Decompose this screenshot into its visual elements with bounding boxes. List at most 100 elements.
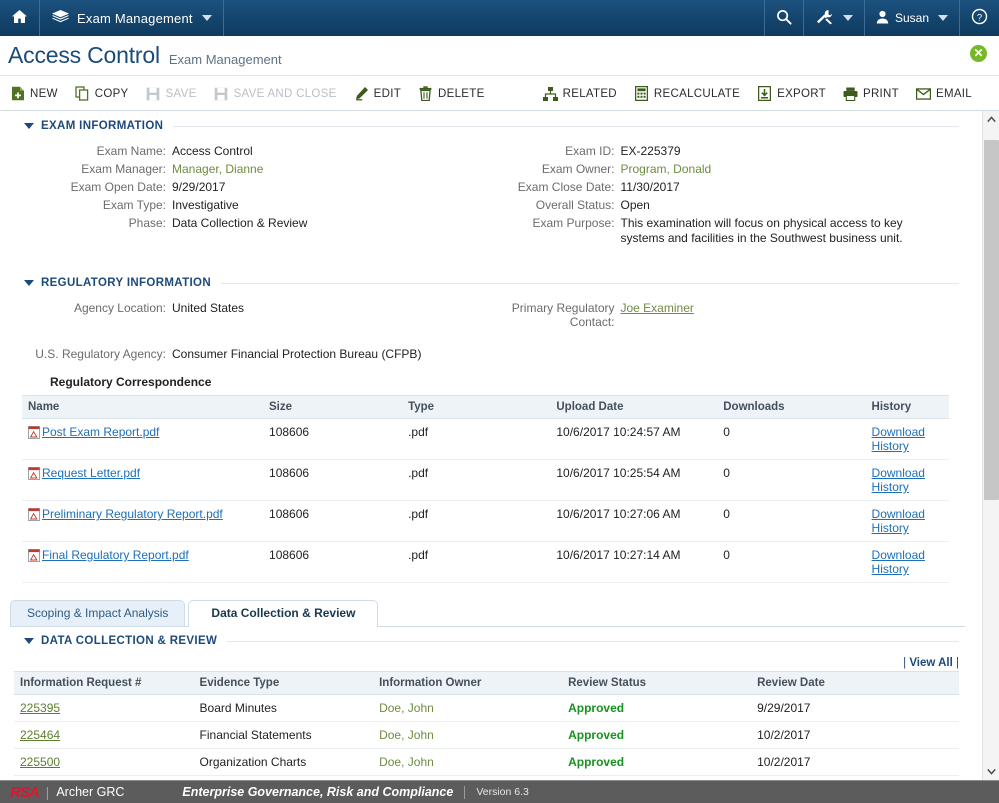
table-row: 225395 Board Minutes Doe, John Approved … [14,694,959,722]
section-exam-information-header[interactable]: EXAM INFORMATION [0,111,959,137]
section-title: DATA COLLECTION & REVIEW [41,635,218,647]
chevron-down-icon[interactable] [201,15,212,21]
cell-downloads: 0 [717,418,866,460]
table-row: Request Letter.pdf 108606 .pdf 10/6/2017… [22,459,949,501]
help-button[interactable]: ? [959,0,999,36]
field-value: 9/29/2017 [172,180,226,194]
new-button[interactable]: NEW [10,77,67,111]
print-button[interactable]: PRINT [843,77,908,111]
field-value: United States [172,301,245,315]
tools-icon [815,9,834,28]
regulatory-correspondence-table-wrap: Name Size Type Upload Date Downloads His… [0,395,971,583]
tab-scoping-impact-analysis[interactable]: Scoping & Impact Analysis [10,600,186,626]
section-data-collection-header[interactable]: DATA COLLECTION & REVIEW [0,627,959,652]
svg-text:?: ? [977,12,982,23]
column-header-information-owner: Information Owner [373,671,563,695]
cell-type: .pdf [402,541,551,583]
table-header-row: Name Size Type Upload Date Downloads His… [22,395,949,419]
section-regulatory-information-header[interactable]: REGULATORY INFORMATION [0,268,959,294]
column-header-evidence-type: Evidence Type [193,671,374,695]
layers-icon [51,9,70,28]
export-button[interactable]: EXPORT [757,77,835,111]
file-link[interactable]: Final Regulatory Report.pdf [42,548,189,562]
field-value[interactable]: Manager, Dianne [172,162,263,176]
collapse-triangle-icon[interactable] [24,280,34,286]
cell-type: .pdf [402,500,551,542]
cell-history: Download History [865,418,949,460]
cell-request: 225464 [14,721,194,749]
scroll-up-arrow-icon[interactable] [983,111,999,128]
chevron-down-icon[interactable] [938,15,948,21]
chevron-down-icon[interactable] [842,15,853,21]
email-button[interactable]: EMAIL [915,77,981,111]
cell-status: Approved [562,721,752,749]
cell-downloads: 0 [717,541,866,583]
request-link[interactable]: 225395 [20,701,60,715]
download-history-link[interactable]: Download History [872,507,925,535]
record-inner: EXAM INFORMATION Exam Name: Access Contr… [0,111,971,780]
request-link[interactable]: 225464 [20,728,60,742]
home-icon [11,9,28,27]
tools-menu-button[interactable] [802,0,864,36]
field-label: Agency Location: [73,301,166,315]
email-button-label: EMAIL [935,87,972,100]
scroll-down-arrow-icon[interactable] [983,763,999,780]
cell-size: 108606 [263,418,403,460]
cell-downloads: 0 [717,500,866,542]
field-row: Exam Type: Investigative Overall Status:… [0,196,971,214]
view-all-link[interactable]: View All [909,657,952,669]
column-header-type: Type [402,395,551,419]
download-history-link[interactable]: Download History [872,466,925,494]
field-label: Primary Regulatory Contact: [511,301,615,329]
edit-button[interactable]: EDIT [354,77,410,111]
file-link[interactable]: Request Letter.pdf [42,466,140,480]
file-link[interactable]: Preliminary Regulatory Report.pdf [42,507,223,521]
page-title-bar: Access Control Exam Management [0,36,999,76]
envelope-icon [915,86,931,101]
app-selector[interactable]: Exam Management [40,0,224,36]
cell-review-date: 10/2/2017 [751,748,959,776]
field-exam-close-date: Exam Close Date: 11/30/2017 [486,180,972,194]
recalculate-button[interactable]: RECALCULATE [634,77,749,111]
record-toolbar: NEW COPY SAVE SAVE AND CLOSE EDIT DELETE… [0,77,999,111]
cell-upload-date: 10/6/2017 10:25:54 AM [550,459,718,501]
table-row: 225500 Organization Charts Doe, John App… [14,748,959,776]
cell-owner: Doe, John [373,748,563,776]
file-link[interactable]: Post Exam Report.pdf [42,425,159,439]
related-button[interactable]: RELATED [542,77,626,111]
field-value[interactable]: Joe Examiner [621,301,694,329]
vertical-scrollbar[interactable] [982,111,999,780]
field-label: Exam Close Date: [517,180,615,194]
scrollbar-thumb[interactable] [984,140,999,500]
export-button-label: EXPORT [777,87,826,100]
delete-button[interactable]: DELETE [418,77,494,111]
field-value[interactable]: Program, Donald [621,162,712,176]
home-button[interactable] [0,0,40,36]
request-link[interactable]: 225500 [20,755,60,769]
cell-evidence-type: Organization Charts [193,748,374,776]
column-header-review-date: Review Date [751,671,959,695]
collapse-triangle-icon[interactable] [24,638,34,644]
cell-evidence-type: Financial Statements [193,721,374,749]
download-history-link[interactable]: Download History [872,548,925,576]
save-and-close-button-label: SAVE AND CLOSE [233,87,337,100]
collapse-triangle-icon[interactable] [24,123,34,129]
cell-owner: Doe, John [373,694,563,722]
search-button[interactable] [763,0,803,36]
divider [173,125,959,127]
close-record-button[interactable]: ✕ [970,45,987,62]
field-label: Overall Status: [535,198,615,212]
download-history-link[interactable]: Download History [872,425,925,453]
field-label: Exam Owner: [541,162,615,176]
cell-file-name: Post Exam Report.pdf [22,418,264,460]
field-overall-status: Overall Status: Open [486,198,972,212]
copy-button[interactable]: COPY [75,77,138,111]
cell-size: 108606 [263,541,403,583]
tab-data-collection-review[interactable]: Data Collection & Review [188,600,379,627]
user-menu-button[interactable]: Susan [863,0,959,36]
delete-button-label: DELETE [438,87,485,100]
cell-file-name: Request Letter.pdf [22,459,264,501]
field-value: Open [620,198,650,212]
tab-strip: Scoping & Impact Analysis Data Collectio… [10,600,965,627]
